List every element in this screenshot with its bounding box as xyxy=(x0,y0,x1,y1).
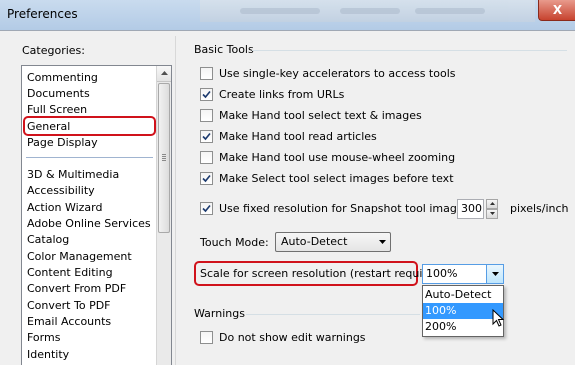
category-identity[interactable]: Identity xyxy=(27,347,69,363)
close-icon: X xyxy=(552,3,563,17)
touch-mode-select[interactable]: Auto-Detect xyxy=(275,232,391,252)
checkbox-checked[interactable] xyxy=(200,202,213,215)
window-title: Preferences xyxy=(7,7,78,21)
dropdown-arrow-icon[interactable] xyxy=(486,265,503,283)
checkbox[interactable] xyxy=(200,67,213,80)
category-separator xyxy=(26,157,153,158)
category-page-display[interactable]: Page Display xyxy=(27,135,98,151)
categories-scrollbar[interactable] xyxy=(156,66,171,365)
warnings-title: Warnings xyxy=(194,307,245,320)
basic-tools-rule xyxy=(252,50,567,51)
scale-label: Scale for screen resolution (restart req… xyxy=(200,267,449,280)
category-documents[interactable]: Documents xyxy=(27,86,90,102)
general-highlight-box xyxy=(23,116,156,136)
category-convert-to-pdf[interactable]: Convert To PDF xyxy=(27,298,111,314)
close-button[interactable]: X xyxy=(538,0,575,21)
touch-mode-value: Auto-Detect xyxy=(281,235,348,248)
checkmark-icon xyxy=(202,90,211,99)
dropdown-option-auto-detect[interactable]: Auto-Detect xyxy=(423,287,503,303)
basic-tools-title: Basic Tools xyxy=(194,43,254,56)
warnings-rule xyxy=(246,314,420,315)
categories-label: Categories: xyxy=(22,44,85,57)
category-commenting[interactable]: Commenting xyxy=(27,70,98,86)
checkbox[interactable] xyxy=(200,331,213,344)
scale-select[interactable]: 100% xyxy=(422,264,504,284)
category-adobe-online-services[interactable]: Adobe Online Services xyxy=(27,216,151,232)
checkbox[interactable] xyxy=(200,151,213,164)
spin-down-button[interactable] xyxy=(486,209,498,219)
category-3d-multimedia[interactable]: 3D & Multimedia xyxy=(27,167,119,183)
categories-list[interactable]: Commenting Documents Full Screen General… xyxy=(21,65,172,365)
checkbox[interactable] xyxy=(200,109,213,122)
dropdown-arrow-icon xyxy=(374,233,390,251)
spin-up-button[interactable] xyxy=(486,199,498,209)
category-action-wizard[interactable]: Action Wizard xyxy=(27,200,102,216)
scroll-thumb[interactable] xyxy=(158,83,170,233)
snapshot-unit-label: pixels/inch xyxy=(510,202,569,215)
checkmark-icon xyxy=(202,132,211,141)
spin-up-icon xyxy=(489,202,495,205)
scale-value: 100% xyxy=(426,267,458,280)
dropdown-option-100[interactable]: 100% xyxy=(423,303,503,319)
checkbox-checked[interactable] xyxy=(200,88,213,101)
dropdown-option-200[interactable]: 200% xyxy=(423,319,503,335)
snapshot-resolution-input[interactable]: 300 xyxy=(457,199,484,219)
checkbox-checked[interactable] xyxy=(200,172,213,185)
checkmark-icon xyxy=(202,204,211,213)
category-forms[interactable]: Forms xyxy=(27,330,60,346)
category-email-accounts[interactable]: Email Accounts xyxy=(27,314,111,330)
checkmark-icon xyxy=(202,174,211,183)
category-content-editing[interactable]: Content Editing xyxy=(27,265,113,281)
scroll-up-button[interactable] xyxy=(157,66,171,82)
category-convert-from-pdf[interactable]: Convert From PDF xyxy=(27,281,126,297)
category-catalog[interactable]: Catalog xyxy=(27,232,69,248)
category-color-management[interactable]: Color Management xyxy=(27,249,132,265)
touch-mode-label: Touch Mode: xyxy=(200,236,269,249)
category-accessibility[interactable]: Accessibility xyxy=(27,183,95,199)
blurred-title-area xyxy=(200,0,535,22)
checkbox-checked[interactable] xyxy=(200,130,213,143)
panel-divider xyxy=(175,36,176,365)
scroll-up-arrow-icon xyxy=(160,71,168,75)
spin-down-icon xyxy=(489,212,495,215)
mouse-pointer-icon xyxy=(492,308,505,331)
